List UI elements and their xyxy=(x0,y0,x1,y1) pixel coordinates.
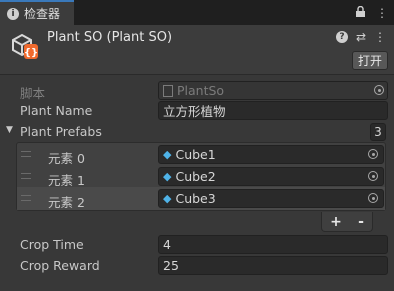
remove-element-button[interactable]: - xyxy=(358,214,364,230)
object-picker-icon[interactable] xyxy=(368,193,378,203)
object-title: Plant SO (Plant SO) xyxy=(47,30,173,45)
crop-time-input[interactable]: 4 xyxy=(158,235,388,254)
open-button[interactable]: 打开 xyxy=(352,51,388,70)
object-picker-icon[interactable] xyxy=(368,171,378,181)
header-icons: ? ⇄ ⋮ xyxy=(335,30,386,44)
element-object-field[interactable]: ◆ Cube3 xyxy=(158,189,384,208)
tab-inspector[interactable]: i 检查器 xyxy=(0,0,74,25)
cube-icon: ◆ xyxy=(163,148,172,161)
script-label: 脚本 xyxy=(20,86,46,101)
element-object-field[interactable]: ◆ Cube2 xyxy=(158,167,384,186)
plant-prefabs-label[interactable]: Plant Prefabs xyxy=(20,124,102,139)
element-object-field[interactable]: ◆ Cube1 xyxy=(158,145,384,164)
array-size-field[interactable]: 3 xyxy=(370,123,386,141)
script-picker-icon[interactable] xyxy=(374,85,384,95)
lock-icon[interactable] xyxy=(355,5,366,21)
element-label: 元素 1 xyxy=(48,173,85,188)
tab-title: 检查器 xyxy=(24,7,61,21)
cube-icon: ◆ xyxy=(163,192,172,205)
drag-handle-icon[interactable] xyxy=(21,173,31,179)
drag-handle-icon[interactable] xyxy=(21,195,31,201)
plant-name-label: Plant Name xyxy=(20,103,93,118)
element-value: Cube1 xyxy=(175,147,216,162)
element-value: Cube2 xyxy=(175,169,216,184)
element-label: 元素 2 xyxy=(48,195,85,210)
crop-time-label: Crop Time xyxy=(20,237,84,252)
more-vertical-icon[interactable]: ⋮ xyxy=(374,30,386,44)
plant-name-input[interactable]: 立方形植物 xyxy=(158,101,388,120)
drag-handle-icon[interactable] xyxy=(21,151,31,157)
svg-text:{}: {} xyxy=(24,48,38,59)
element-label: 元素 0 xyxy=(48,151,85,166)
script-value: PlantSo xyxy=(177,83,225,98)
cube-icon: ◆ xyxy=(163,170,172,183)
scriptable-object-icon: {} xyxy=(10,32,40,62)
help-icon[interactable]: ? xyxy=(335,31,348,43)
script-file-icon xyxy=(163,84,173,97)
element-value: Cube3 xyxy=(175,191,216,206)
object-picker-icon[interactable] xyxy=(368,149,378,159)
info-icon: i xyxy=(7,7,19,20)
crop-reward-input[interactable]: 25 xyxy=(158,256,388,275)
script-field: PlantSo xyxy=(158,81,388,100)
foldout-arrow-icon[interactable]: ▼ xyxy=(6,125,13,135)
add-element-button[interactable]: + xyxy=(330,214,342,230)
tab-controls: ⋮ xyxy=(355,4,388,22)
list-footer: + - xyxy=(321,212,373,232)
settings-sliders-icon[interactable]: ⇄ xyxy=(356,30,366,44)
more-vertical-icon[interactable]: ⋮ xyxy=(376,6,388,20)
crop-reward-label: Crop Reward xyxy=(20,258,100,273)
